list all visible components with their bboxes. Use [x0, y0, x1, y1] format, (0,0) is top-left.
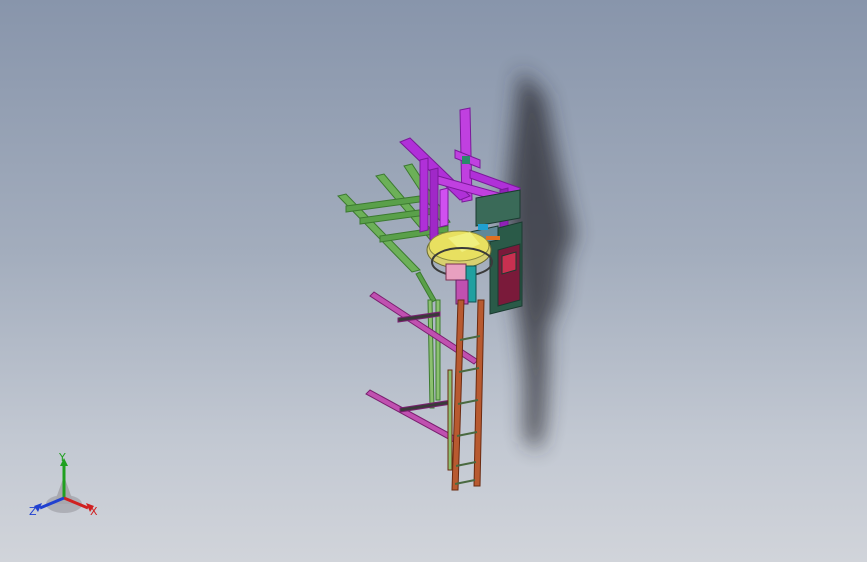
axis-triad[interactable]: Y Z X	[28, 448, 108, 528]
x-axis-label: X	[90, 505, 98, 518]
z-axis-label: Z	[29, 505, 37, 518]
cad-model-scene[interactable]	[0, 0, 867, 562]
cad-viewport[interactable]: Y Z X	[0, 0, 867, 562]
rotary-disc-assembly[interactable]	[426, 230, 493, 305]
orange-ladder[interactable]	[447, 299, 485, 491]
y-axis-label: Y	[59, 451, 66, 464]
